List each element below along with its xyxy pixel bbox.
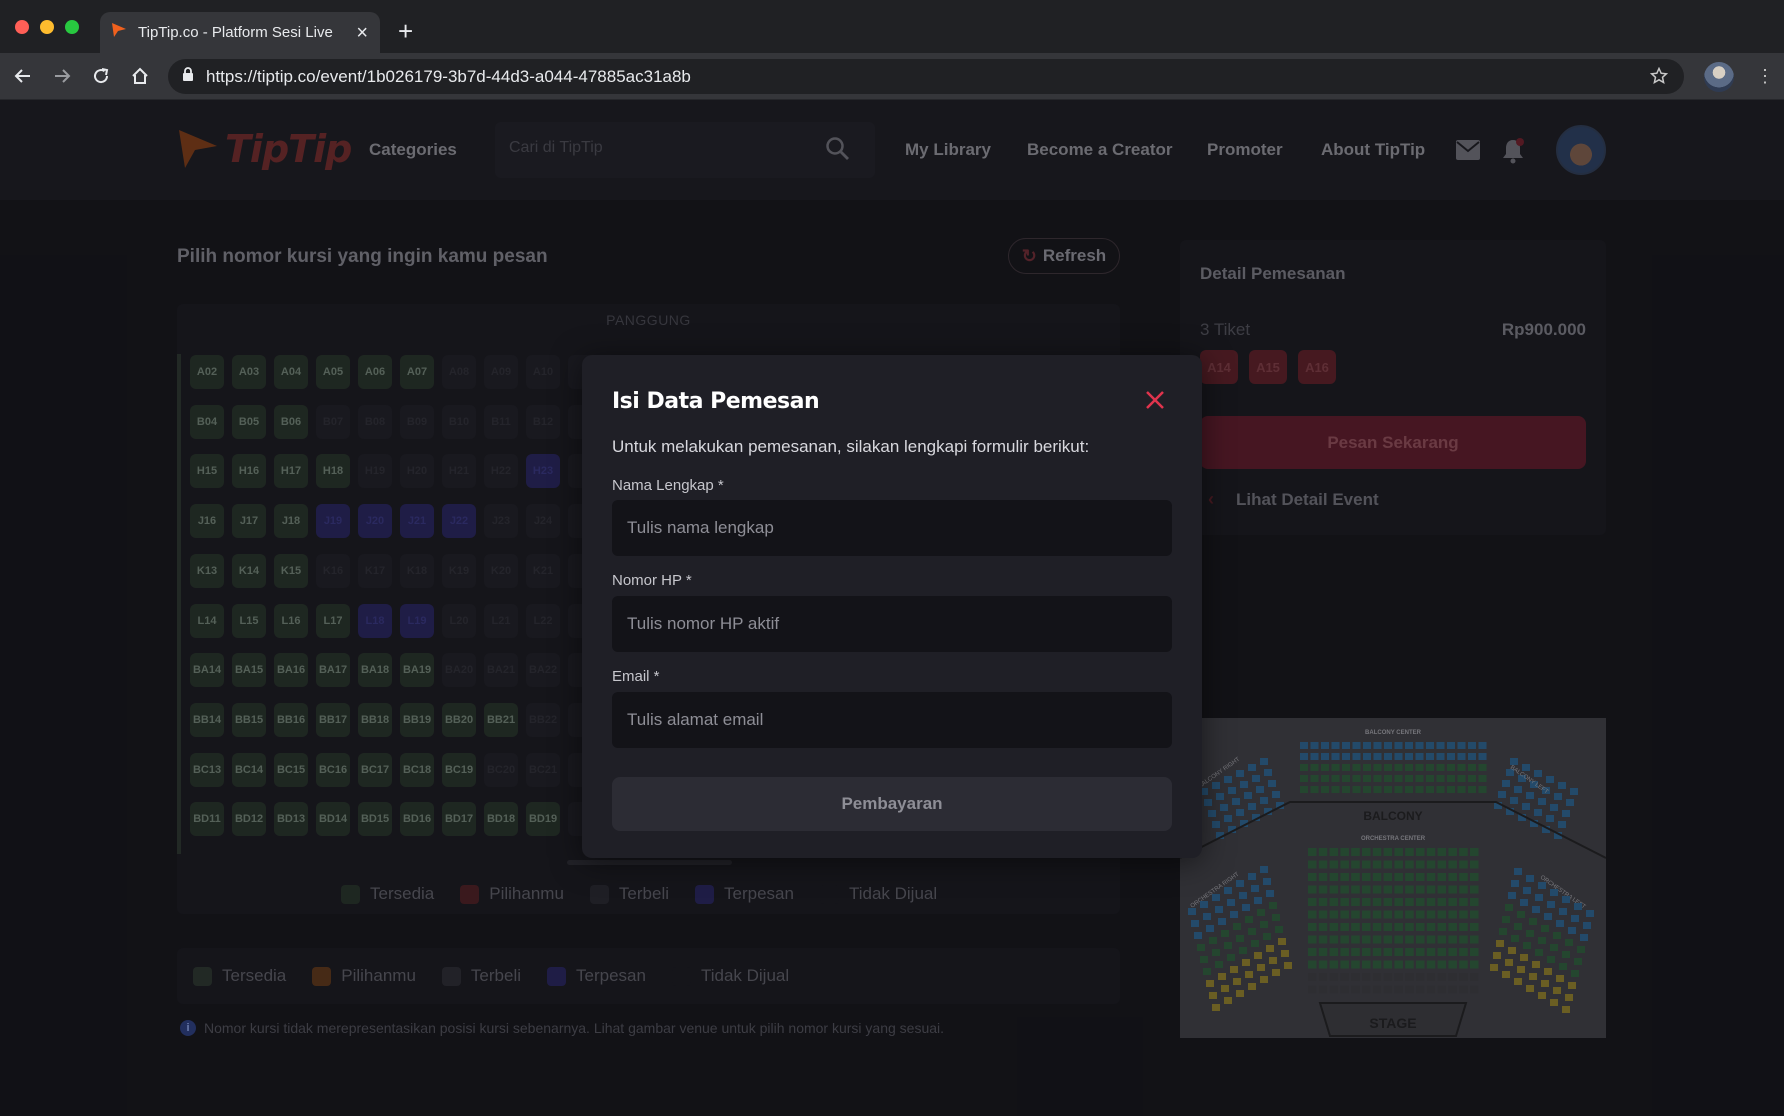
browser-navbar: https://tiptip.co/event/1b026179-3b7d-44…	[0, 53, 1784, 100]
address-bar[interactable]: https://tiptip.co/event/1b026179-3b7d-44…	[168, 59, 1684, 94]
reload-icon[interactable]	[88, 63, 114, 89]
email-field[interactable]	[612, 692, 1172, 748]
browser-tab[interactable]: TipTip.co - Platform Sesi Live ×	[100, 12, 380, 53]
close-tab-icon[interactable]: ×	[356, 23, 368, 43]
back-icon[interactable]	[10, 63, 36, 89]
new-tab-icon[interactable]: +	[398, 18, 413, 44]
url-text: https://tiptip.co/event/1b026179-3b7d-44…	[206, 66, 691, 86]
browser-menu-icon[interactable]: ⋮	[1756, 65, 1774, 87]
full-name-field[interactable]	[612, 500, 1172, 556]
customer-data-modal: Isi Data Pemesan Untuk melakukan pemesan…	[582, 355, 1202, 858]
home-icon[interactable]	[127, 63, 153, 89]
tab-title: TipTip.co - Platform Sesi Live	[138, 24, 333, 41]
close-window-button[interactable]	[15, 20, 29, 34]
maximize-window-button[interactable]	[65, 20, 79, 34]
email-label: Email *	[612, 668, 660, 685]
modal-title: Isi Data Pemesan	[612, 389, 820, 414]
payment-button[interactable]: Pembayaran	[612, 777, 1172, 831]
tiptip-favicon-icon	[110, 21, 128, 44]
full-name-label: Nama Lengkap *	[612, 477, 724, 494]
browser-profile-avatar[interactable]	[1704, 62, 1734, 92]
modal-description: Untuk melakukan pemesanan, silakan lengk…	[612, 437, 1090, 456]
browser-tabbar: TipTip.co - Platform Sesi Live × +	[0, 0, 1784, 53]
minimize-window-button[interactable]	[40, 20, 54, 34]
phone-field[interactable]	[612, 596, 1172, 652]
bookmark-star-icon[interactable]	[1649, 66, 1669, 90]
lock-icon	[182, 67, 194, 86]
forward-icon[interactable]	[49, 63, 75, 89]
close-icon[interactable]	[1142, 387, 1168, 413]
phone-label: Nomor HP *	[612, 572, 692, 589]
